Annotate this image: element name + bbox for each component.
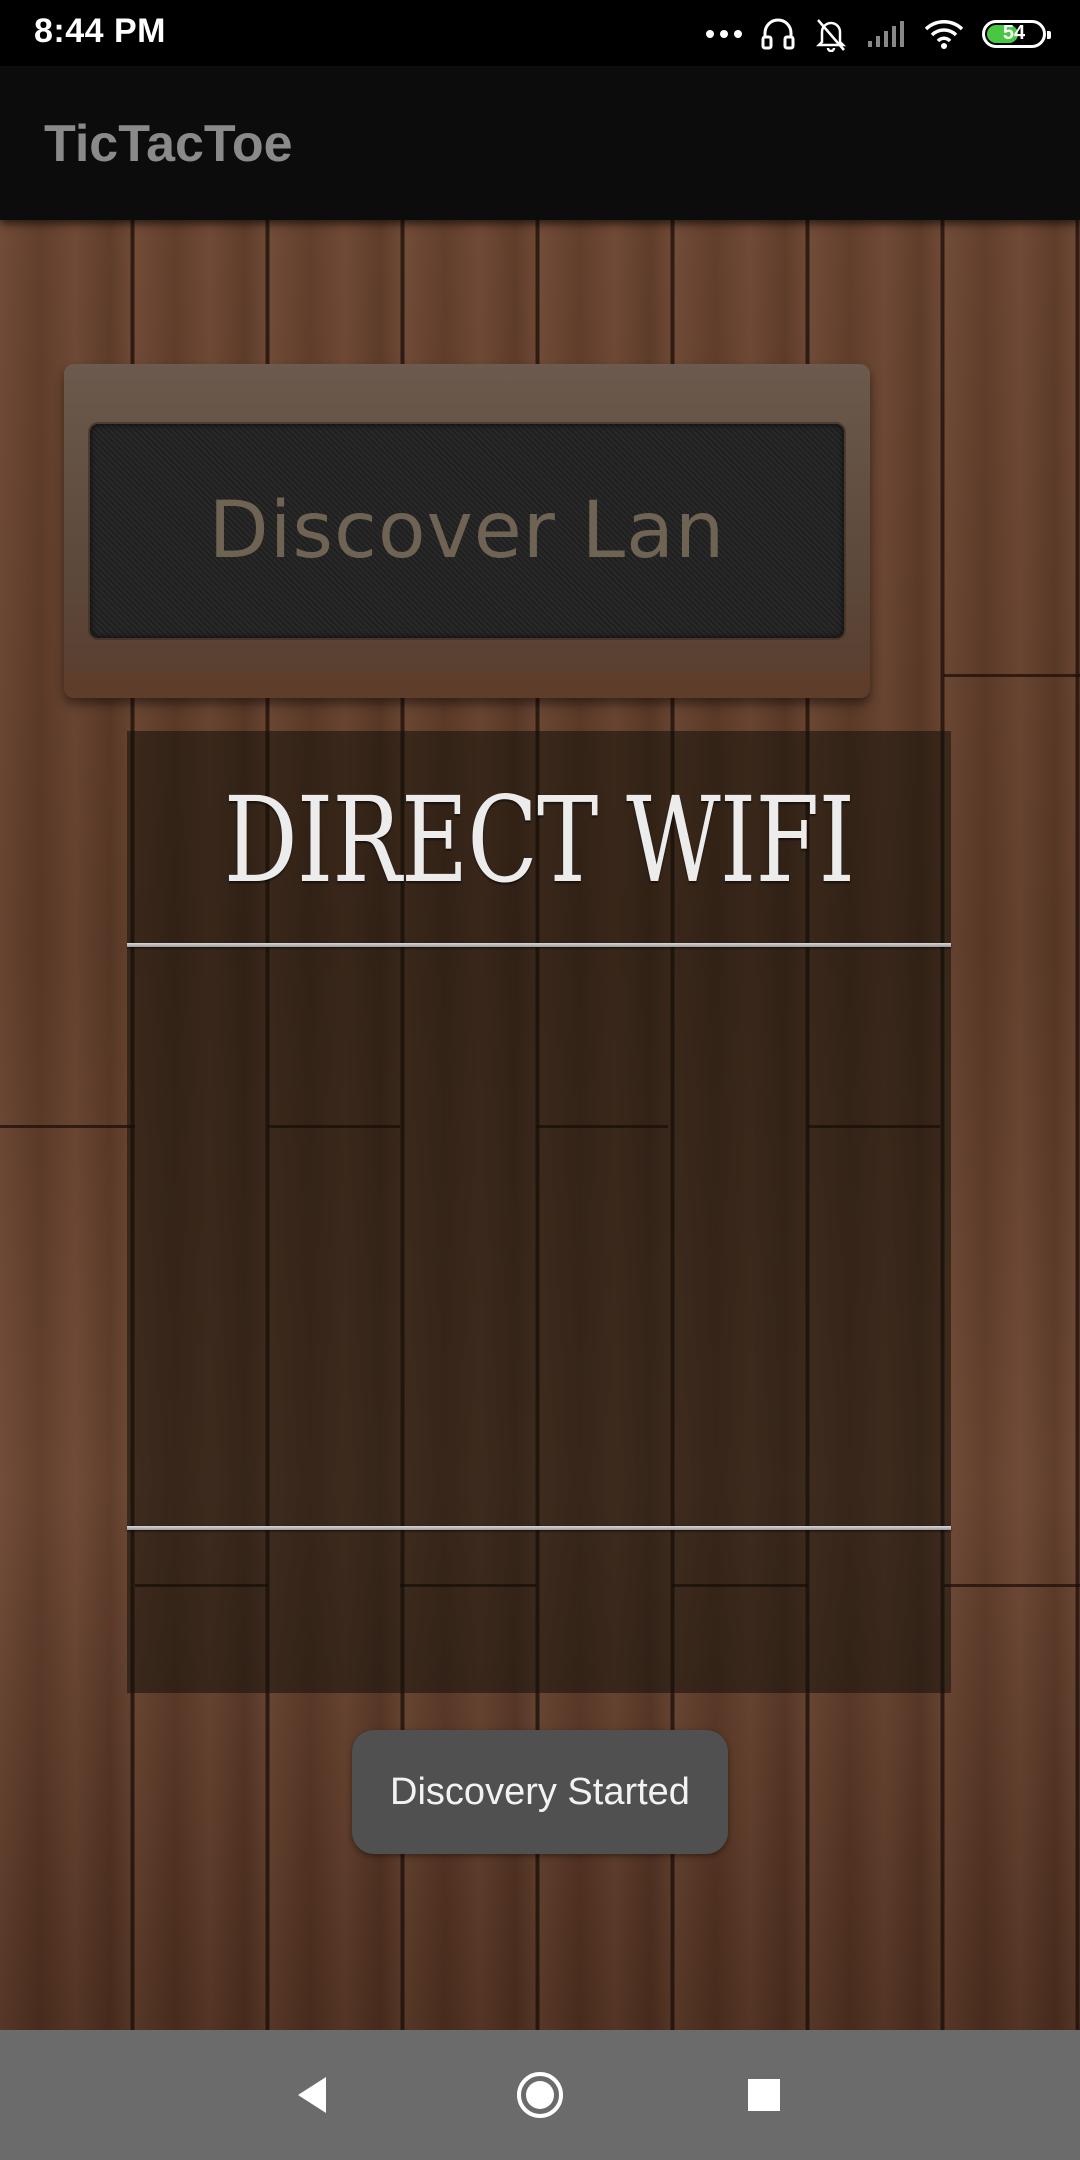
device-list[interactable] [127, 953, 951, 1533]
status-bar: 8:44 PM 54 [0, 0, 1080, 66]
battery-level: 54 [1002, 22, 1026, 44]
discover-lan-button[interactable]: Discover Lan [64, 364, 870, 698]
bell-muted-icon [815, 19, 847, 52]
top-divider [127, 943, 951, 947]
discover-lan-button-face: Discover Lan [90, 424, 844, 638]
discover-lan-label: Discover Lan [208, 486, 726, 576]
direct-wifi-title: DIRECT WIFI [223, 771, 855, 909]
navigation-bar [0, 2030, 1080, 2160]
toast-message: Discovery Started [390, 1770, 690, 1813]
status-time: 8:44 PM [34, 12, 166, 50]
more-dots-icon [706, 14, 742, 54]
back-icon[interactable] [282, 2065, 342, 2125]
app-bar: TicTacToe [0, 66, 1080, 220]
direct-wifi-panel: DIRECT WIFI [127, 731, 951, 1693]
app-title: TicTacToe [44, 115, 293, 173]
home-icon[interactable] [510, 2065, 570, 2125]
toast: Discovery Started [352, 1730, 728, 1854]
headphones-icon [761, 18, 795, 50]
bottom-divider [127, 1526, 951, 1530]
wifi-icon [924, 20, 964, 49]
recents-icon[interactable] [734, 2065, 794, 2125]
signal-icon [868, 21, 904, 47]
status-icons: 54 [706, 14, 1051, 54]
battery-icon: 54 [982, 20, 1051, 48]
